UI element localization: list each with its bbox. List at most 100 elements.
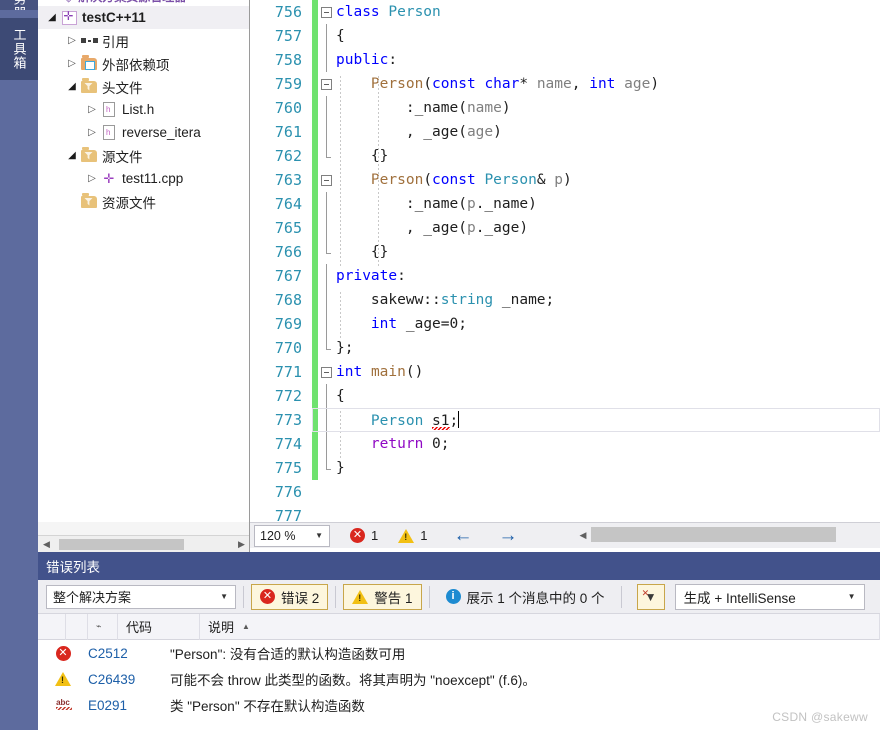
solution-tree[interactable]: ◢ testC++11 ▷ 引用 ▷ 外部依赖项 ◢ 头文件 ▷ List.h ▷ reverse_i… (38, 6, 249, 522)
fold-margin[interactable] (318, 168, 334, 192)
tree-expander[interactable]: ▷ (84, 173, 100, 184)
chevron-right-icon[interactable]: ▷ (88, 104, 96, 115)
code-text[interactable]: :_name(p._name) (334, 196, 880, 220)
scroll-thumb[interactable] (59, 538, 184, 550)
tree-item-[interactable]: 资源文件 (38, 190, 249, 213)
navigate-forward-icon[interactable]: → (498, 526, 517, 545)
code-line[interactable]: 761 , _age(age) (250, 120, 880, 148)
status-warning-count[interactable]: 1 (398, 528, 427, 543)
code-line[interactable]: 768 sakeww::string _name; (250, 288, 880, 316)
chevron-right-icon[interactable]: ▷ (88, 173, 96, 184)
fold-margin[interactable] (318, 144, 334, 168)
code-text[interactable]: , _age(age) (334, 124, 880, 148)
editor-hscrollbar[interactable]: ◀ (575, 523, 880, 548)
fold-margin[interactable] (318, 504, 334, 522)
tree-item-[interactable]: ▷ 引用 (38, 29, 249, 52)
col-severity[interactable] (66, 613, 88, 640)
solution-explorer-hscrollbar[interactable]: ◀ ▶ (38, 535, 249, 553)
code-editor-lines[interactable]: 756 class Person 757{758 public: 759 Person(… (250, 0, 880, 522)
code-text[interactable]: :_name(name) (334, 100, 880, 124)
code-line[interactable]: 769 int _age=0; (250, 312, 880, 340)
code-line[interactable]: 758 public: (250, 48, 880, 72)
code-text[interactable]: } (334, 460, 880, 476)
fold-margin[interactable] (318, 0, 334, 24)
error-list-row[interactable]: C26439可能不会 throw 此类型的函数。将其声明为 "noexcept"… (38, 666, 880, 692)
code-line[interactable]: 771 int main() (250, 360, 880, 384)
code-line[interactable]: 766 {} (250, 240, 880, 268)
code-line[interactable]: 762 {} (250, 144, 880, 172)
error-code[interactable]: E0291 (88, 698, 170, 713)
scroll-track[interactable] (55, 536, 233, 553)
code-line[interactable]: 765 , _age(p._age) (250, 216, 880, 244)
tree-expander[interactable]: ▷ (84, 104, 100, 115)
code-text[interactable]: public: (334, 52, 880, 68)
code-text[interactable]: class Person (334, 4, 880, 20)
status-error-count[interactable]: ✕ 1 (350, 528, 378, 543)
code-text[interactable]: int _age=0; (334, 316, 880, 340)
clear-filter-button[interactable]: ✕ ▼ (636, 583, 665, 610)
editor-scroll-left-button[interactable]: ◀ (575, 523, 591, 548)
fold-margin[interactable] (318, 72, 334, 96)
build-intellisense-combo[interactable]: 生成 + IntelliSense ▼ (674, 583, 865, 610)
fold-margin[interactable] (318, 384, 334, 408)
code-text[interactable]: sakeww::string _name; (334, 292, 880, 316)
error-code[interactable]: C2512 (88, 646, 170, 661)
code-line[interactable]: 764 :_name(p._name) (250, 192, 880, 220)
error-list-row[interactable]: ✕ C2512 "Person": 没有合适的默认构造函数可用 (38, 640, 880, 666)
code-line[interactable]: 759 Person(const char* name, int age) (250, 72, 880, 100)
fold-collapse-icon[interactable] (320, 366, 332, 378)
code-text[interactable]: { (334, 28, 880, 44)
code-line[interactable]: 760 :_name(name) (250, 96, 880, 124)
editor-scroll-thumb[interactable] (591, 527, 836, 542)
code-text[interactable]: {} (334, 244, 880, 268)
fold-margin[interactable] (318, 432, 334, 456)
col-selector[interactable] (38, 613, 66, 640)
chevron-down-icon[interactable]: ◢ (48, 12, 56, 23)
scope-filter-combo[interactable]: 整个解决方案 ▼ (46, 584, 236, 609)
error-list-rows[interactable]: ✕C2512"Person": 没有合适的默认构造函数可用C26439可能不会 … (38, 640, 880, 730)
fold-margin[interactable] (318, 96, 334, 120)
code-line[interactable]: 776 (250, 480, 880, 504)
fold-collapse-icon[interactable] (320, 6, 332, 18)
tree-expander[interactable]: ◢ (64, 150, 80, 161)
fold-margin[interactable] (318, 24, 334, 48)
code-line[interactable]: 770}; (250, 336, 880, 360)
code-text[interactable]: private: (334, 268, 880, 284)
code-text[interactable]: { (334, 388, 880, 404)
code-text[interactable]: }; (334, 340, 880, 356)
tree-expander[interactable]: ◢ (64, 81, 80, 92)
code-editor[interactable]: 756 class Person 757{758 public: 759 Person(… (250, 0, 880, 522)
code-line[interactable]: 777 (250, 504, 880, 522)
fold-margin[interactable] (318, 192, 334, 216)
tree-item-test11-cpp[interactable]: ▷ ✛ test11.cpp (38, 167, 249, 190)
tree-item-[interactable]: ▷ 外部依赖项 (38, 52, 249, 75)
tree-item-reverse-itera[interactable]: ▷ reverse_itera (38, 121, 249, 144)
navigate-back-icon[interactable]: ← (453, 526, 472, 545)
chevron-right-icon[interactable]: ▷ (68, 58, 76, 69)
code-text[interactable]: {} (334, 148, 880, 172)
tree-expander[interactable]: ◢ (44, 12, 60, 23)
col-pin[interactable]: ⌁ (88, 613, 118, 640)
fold-margin[interactable] (318, 240, 334, 264)
zoom-level-combo[interactable]: 120 % ▼ (254, 524, 330, 547)
fold-collapse-icon[interactable] (320, 78, 332, 90)
tree-item-list-h[interactable]: ▷ List.h (38, 98, 249, 121)
chevron-right-icon[interactable]: ▷ (88, 127, 96, 138)
fold-margin[interactable] (318, 480, 334, 504)
code-text[interactable]: Person(const char* name, int age) (334, 76, 880, 100)
error-list-row[interactable]: abc E0291 类 "Person" 不存在默认构造函数 (38, 692, 880, 718)
error-list-column-header[interactable]: ⌁ 代码 说明 ▲ (38, 613, 880, 640)
tree-expander[interactable]: ▷ (64, 35, 80, 46)
fold-margin[interactable] (318, 456, 334, 480)
fold-margin[interactable] (318, 216, 334, 240)
tree-expander[interactable]: ▷ (64, 58, 80, 69)
fold-collapse-icon[interactable] (320, 174, 332, 186)
fold-margin[interactable] (318, 312, 334, 336)
tree-expander[interactable]: ▷ (84, 127, 100, 138)
code-line[interactable]: 773 Person s1; (250, 408, 880, 435)
fold-margin[interactable] (318, 288, 334, 312)
editor-scroll-track[interactable] (591, 523, 880, 548)
scroll-left-button[interactable]: ◀ (38, 536, 55, 553)
code-text[interactable]: return 0; (334, 436, 880, 460)
fold-margin[interactable] (318, 264, 334, 288)
